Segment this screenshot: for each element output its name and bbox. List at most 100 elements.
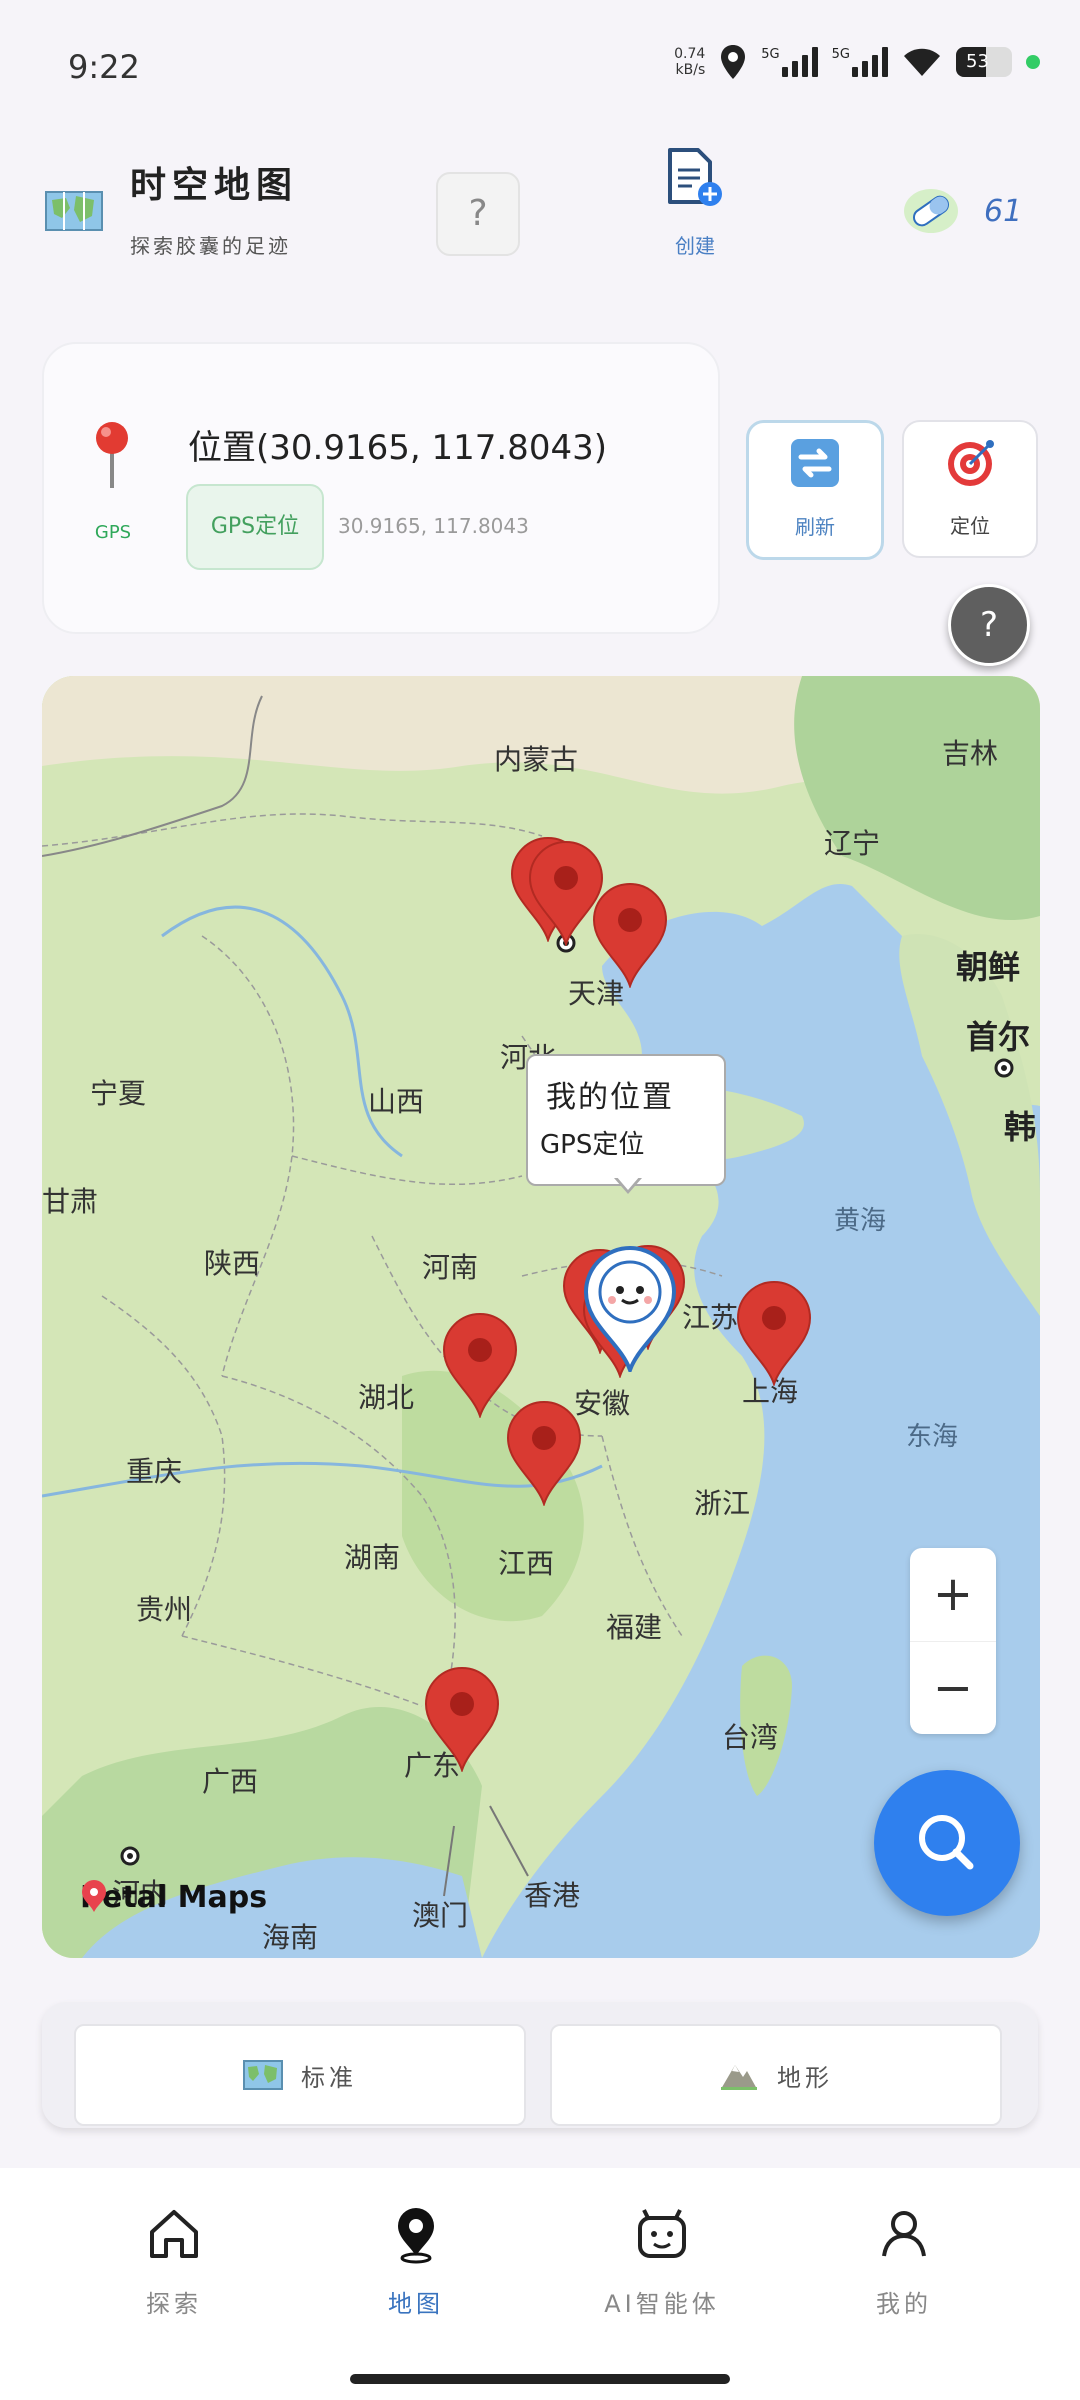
- nav-item-explore[interactable]: 探索: [94, 2204, 254, 2319]
- map-pin-icon: [398, 2208, 434, 2264]
- capsule-marker[interactable]: [590, 882, 670, 988]
- popup-subtitle: GPS定位: [540, 1130, 645, 1160]
- my-location-popup: 我的位置 GPS定位: [526, 1054, 726, 1186]
- gps-source-label: GPS: [94, 522, 132, 543]
- home-indicator[interactable]: [350, 2374, 730, 2384]
- search-icon: [919, 1815, 974, 1870]
- floating-help-button[interactable]: ?: [948, 584, 1030, 666]
- popup-title: 我的位置: [546, 1080, 674, 1115]
- nav-mine-label: 我的: [876, 2290, 932, 2318]
- map-label-donghai: 东海: [906, 1422, 959, 1452]
- bottom-nav: 探索 地图 AI智能体 我的: [0, 2168, 1080, 2400]
- status-bar: 9:22 0.74 kB/s 5G 5G 53: [0, 0, 1080, 120]
- nav-item-ai[interactable]: AI智能体: [582, 2204, 742, 2319]
- refresh-icon: [791, 439, 839, 487]
- capsule-marker[interactable]: [422, 1666, 502, 1772]
- map-label-ningxia: 宁夏: [90, 1077, 147, 1110]
- charging-dot: [1026, 55, 1040, 69]
- map-label-huanghai: 黄海: [834, 1206, 887, 1236]
- map-label-hainan: 海南: [262, 1921, 319, 1954]
- location-icon: [721, 45, 746, 79]
- map-label-chaoxian: 朝鲜: [956, 948, 1021, 986]
- map-label-guizhou: 贵州: [136, 1593, 193, 1626]
- map-label-hubei: 湖北: [358, 1381, 415, 1414]
- mountain-icon: [721, 2065, 757, 2090]
- map-label-jilin: 吉林: [942, 737, 999, 770]
- zoom-control: + −: [910, 1548, 996, 1734]
- position-text: 位置(30.9165, 117.8043): [188, 428, 607, 468]
- map-label-jiangxi: 江西: [498, 1547, 555, 1580]
- page-subtitle: 探索胶囊的足迹: [130, 234, 291, 258]
- map-label-taiwan: 台湾: [722, 1721, 779, 1754]
- map-label-jiangsu: 江苏: [682, 1301, 739, 1334]
- petal-maps-logo-icon: [82, 1880, 106, 1912]
- map-label-gansu: 甘肃: [42, 1185, 99, 1218]
- my-location-marker-icon[interactable]: [582, 1246, 678, 1372]
- pushpin-icon: [96, 422, 128, 488]
- status-time: 9:22: [68, 48, 140, 86]
- battery-level: 53: [966, 51, 989, 72]
- status-icons: 0.74 kB/s 5G 5G 53: [674, 42, 1040, 82]
- target-icon: [948, 440, 994, 486]
- zoom-out-button[interactable]: −: [910, 1642, 996, 1735]
- map-search-button[interactable]: [874, 1770, 1020, 1916]
- sim2-label: 5G: [831, 47, 850, 62]
- locate-button[interactable]: 定位: [902, 420, 1038, 558]
- map-label-chongqing: 重庆: [126, 1455, 183, 1488]
- map-label-zhejiang: 浙江: [694, 1487, 751, 1520]
- map-type-standard-label: 标准: [301, 2063, 357, 2092]
- nav-map-label: 地图: [388, 2290, 444, 2318]
- battery-icon: 53: [956, 47, 1012, 77]
- map-attribution: Petal Maps: [80, 1880, 267, 1915]
- map-label-henan: 河南: [422, 1251, 479, 1284]
- location-card: [42, 342, 720, 634]
- help-button[interactable]: ?: [436, 172, 520, 256]
- home-icon: [150, 2210, 198, 2258]
- coin-count: 61: [984, 194, 1023, 229]
- capsule-marker[interactable]: [734, 1280, 814, 1386]
- user-icon: [882, 2211, 926, 2257]
- map-type-standard-button[interactable]: 标准: [74, 2024, 526, 2126]
- map-view[interactable]: 内蒙古 吉林 辽宁 天津 朝鲜 首尔 韩 河北 宁夏 山西 甘肃 黄海 陕西 河…: [42, 676, 1040, 1958]
- map-label-shaanxi: 陕西: [204, 1247, 261, 1280]
- map-label-hunan: 湖南: [344, 1541, 401, 1574]
- net-speed-unit: kB/s: [675, 62, 706, 78]
- sim1-label: 5G: [761, 47, 780, 62]
- map-logo-icon: [45, 191, 103, 231]
- refresh-label: 刷新: [795, 515, 835, 539]
- page-title: 时空地图: [130, 165, 299, 206]
- map-label-xianggang: 香港: [524, 1879, 581, 1912]
- map-label-guangxi: 广西: [202, 1765, 259, 1798]
- coordinates-text: 30.9165, 117.8043: [338, 514, 529, 538]
- map-type-terrain-button[interactable]: 地形: [550, 2024, 1002, 2126]
- capsule-pill-icon: [904, 189, 958, 233]
- wifi-icon: [904, 48, 940, 76]
- nav-explore-label: 探索: [146, 2290, 202, 2318]
- capsule-marker[interactable]: [504, 1400, 584, 1506]
- refresh-button[interactable]: 刷新: [746, 420, 884, 560]
- map-label-shouer: 首尔: [966, 1018, 1031, 1056]
- map-type-toggle: 标准 地形: [42, 2002, 1038, 2128]
- signal-icon-2: [852, 47, 888, 77]
- locate-label: 定位: [950, 514, 990, 538]
- create-label[interactable]: 创建: [660, 230, 730, 259]
- map-label-fujian: 福建: [606, 1611, 663, 1644]
- zoom-in-button[interactable]: +: [910, 1548, 996, 1642]
- gps-mode-chip[interactable]: GPS定位: [186, 484, 324, 570]
- map-label-aomen: 澳门: [412, 1899, 469, 1932]
- net-speed-value: 0.74: [674, 46, 706, 62]
- map-label-liaoning: 辽宁: [824, 827, 881, 860]
- nav-item-mine[interactable]: 我的: [824, 2204, 984, 2319]
- net-speed: 0.74 kB/s: [674, 46, 705, 78]
- nav-item-map[interactable]: 地图: [336, 2204, 496, 2319]
- create-icon[interactable]: [662, 146, 726, 210]
- nav-ai-label: AI智能体: [604, 2290, 720, 2318]
- map-type-terrain-label: 地形: [777, 2063, 833, 2092]
- map-label-neimenggu: 内蒙古: [494, 743, 579, 776]
- world-map-icon: [243, 2060, 283, 2090]
- robot-icon: [638, 2209, 686, 2258]
- map-label-shanxi: 山西: [368, 1085, 425, 1118]
- popup-tail-fill: [616, 1176, 640, 1190]
- map-label-han: 韩: [1004, 1108, 1037, 1146]
- attribution-text: Petal Maps: [80, 1880, 268, 1915]
